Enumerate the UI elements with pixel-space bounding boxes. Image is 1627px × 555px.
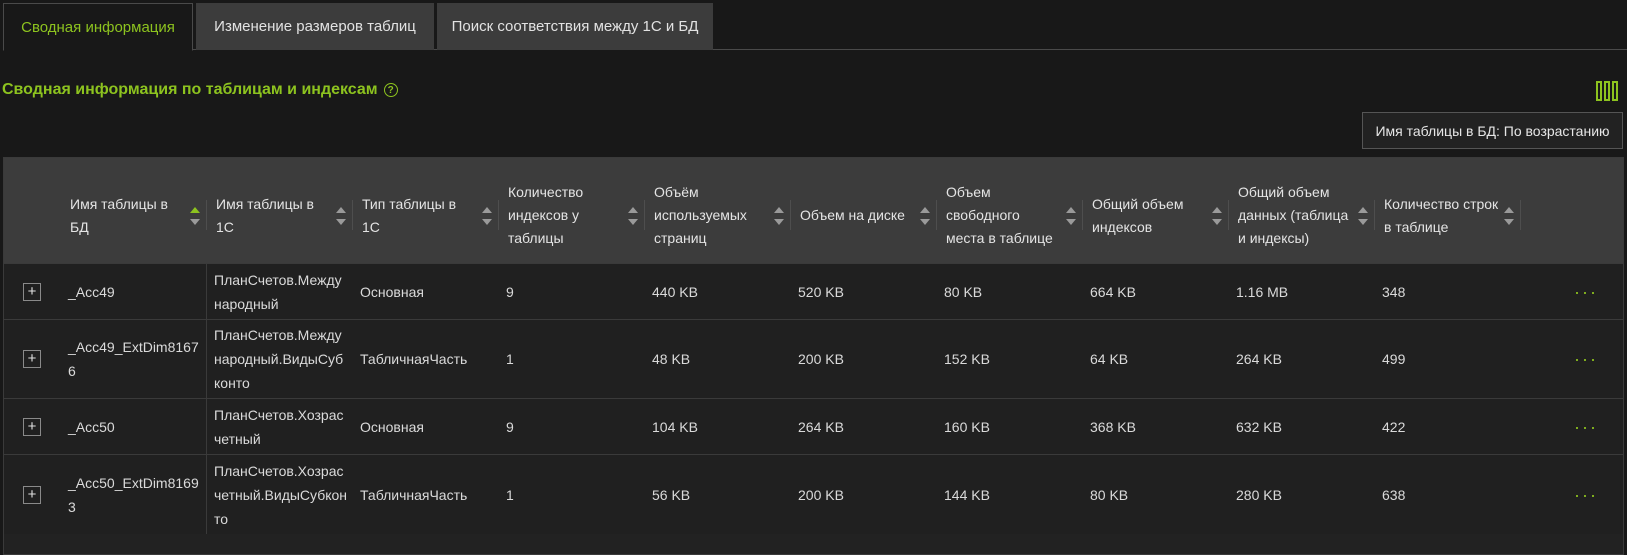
cell-disk-size: 200 KB [798,486,844,503]
cell-1c-name: ПланСчетов.Хозрасчетный [214,406,344,447]
column-header-index-size[interactable]: Общий объем индексов [1083,158,1229,273]
cell-total-size: 264 KB [1236,351,1282,367]
column-header-label: Объем свободного места в таблице [946,184,1053,246]
cell-used-pages: 56 KB [652,486,691,503]
table-row[interactable]: + _Acc50_ExtDim81693 ПланСчетов.Хозрасче… [4,454,1623,534]
cell-free-space: 160 KB [944,418,990,435]
sort-arrows-icon[interactable] [1504,206,1514,225]
cell-db-name: _Acc50 [61,399,207,454]
cell-total-size: 632 KB [1236,418,1282,435]
column-header-index-count[interactable]: Количество индексов у таблицы [499,158,645,273]
more-dots-icon[interactable]: ··· [1574,350,1598,368]
columns-icon[interactable] [1596,81,1618,101]
columns-icon-bar [1612,81,1618,101]
cell-index-count: 9 [506,418,514,435]
cell-total-size: 280 KB [1236,486,1282,503]
cell-1c-type: Основная [360,283,424,300]
more-dots-icon[interactable]: ··· [1574,418,1598,436]
cell-used-pages: 104 KB [652,418,698,435]
cell-row-count: 638 [1382,486,1406,503]
table-row[interactable]: + _Acc49 ПланСчетов.Международный Основн… [4,263,1623,319]
cell-used-pages: 440 KB [652,283,698,300]
sort-arrows-icon[interactable] [1066,206,1076,225]
sort-arrows-icon[interactable] [1212,206,1222,225]
cell-db-name: _Acc49_ExtDim81676 [61,320,207,398]
cell-index-count: 1 [506,486,514,503]
tab-summary[interactable]: Сводная информация [3,3,193,51]
tab-table-resize[interactable]: Изменение размеров таблиц [196,3,434,50]
cell-1c-name: ПланСчетов.Международный [214,271,342,312]
more-dots-icon[interactable]: ··· [1574,283,1598,301]
cell-1c-name: ПланСчетов.Международный.ВидыСубконто [214,327,344,391]
cell-1c-name: ПланСчетов.Хозрасчетный.ВидыСубконто [214,462,348,527]
sort-arrows-icon[interactable] [774,206,784,225]
column-header-label: Количество индексов у таблицы [508,184,584,246]
column-header-disk-size[interactable]: Объем на диске [791,158,937,273]
sort-arrows-icon[interactable] [628,206,638,225]
summary-table: Имя таблицы в БД Имя таблицы в 1С Тип та… [3,157,1624,555]
cell-free-space: 144 KB [944,486,990,503]
column-header-row-count[interactable]: Количество строк в таблице [1375,158,1521,273]
cell-disk-size: 200 KB [798,351,844,367]
cell-index-count: 9 [506,283,514,300]
cell-index-size: 80 KB [1090,486,1129,503]
cell-db-name: _Acc50_ExtDim81693 [61,455,207,534]
expand-plus-icon[interactable]: + [23,485,41,504]
expand-plus-icon[interactable]: + [23,350,41,368]
column-header-label: Тип таблицы в 1С [362,195,457,235]
expand-plus-icon[interactable]: + [23,417,41,436]
tab-bar: Сводная информация Изменение размеров та… [3,0,1627,51]
column-header-label: Имя таблицы в БД [70,195,168,235]
cell-row-count: 499 [1382,351,1406,367]
table-row[interactable]: + _Acc50 ПланСчетов.Хозрасчетный Основна… [4,398,1623,454]
page-title: Сводная информация по таблицам и индекса… [2,81,378,98]
column-header-label: Общий объем данных (таблица и индексы) [1238,184,1349,246]
cell-free-space: 152 KB [944,351,990,367]
cell-disk-size: 520 KB [798,283,844,300]
cell-1c-type: Основная [360,418,424,435]
cell-used-pages: 48 KB [652,351,691,367]
column-header-label: Объём используемых страниц [654,184,747,246]
column-header-label: Общий объем индексов [1092,195,1184,235]
column-header-label: Имя таблицы в 1С [216,195,314,235]
cell-index-size: 664 KB [1090,283,1136,300]
cell-row-count: 348 [1382,283,1406,300]
cell-disk-size: 264 KB [798,418,844,435]
column-header-free-space[interactable]: Объем свободного места в таблице [937,158,1083,273]
page-title-row: Сводная информация по таблицам и индекса… [2,81,398,99]
sort-arrows-icon[interactable] [920,206,930,225]
column-header-used-pages[interactable]: Объём используемых страниц [645,158,791,273]
column-header-1c-type[interactable]: Тип таблицы в 1С [353,158,499,273]
expand-plus-icon[interactable]: + [23,282,41,301]
columns-icon-bar [1604,81,1610,101]
sort-asc-icon[interactable] [190,206,200,225]
cell-row-count: 422 [1382,418,1406,435]
cell-1c-type: ТабличнаяЧасть [360,351,468,367]
cell-total-size: 1.16 MB [1236,283,1289,300]
column-header-label: Объем на диске [800,207,905,223]
columns-icon-bar [1596,81,1602,101]
column-header-db-name[interactable]: Имя таблицы в БД [61,158,207,273]
more-dots-icon[interactable]: ··· [1574,486,1598,504]
sort-indicator-chip[interactable]: Имя таблицы в БД: По возрастанию [1362,112,1623,149]
column-header-label: Количество строк в таблице [1384,195,1499,235]
table-header: Имя таблицы в БД Имя таблицы в 1С Тип та… [4,158,1623,273]
column-header-total-size[interactable]: Общий объем данных (таблица и индексы) [1229,158,1375,273]
sort-arrows-icon[interactable] [336,206,346,225]
sort-arrows-icon[interactable] [1358,206,1368,225]
tab-1c-db-matching[interactable]: Поиск соответствия между 1С и БД [437,3,713,50]
help-circle-icon[interactable]: ? [383,83,398,97]
cell-1c-type: ТабличнаяЧасть [360,486,468,503]
cell-index-count: 1 [506,351,514,367]
table-row[interactable]: + _Acc49_ExtDim81676 ПланСчетов.Междунар… [4,319,1623,398]
cell-free-space: 80 KB [944,283,983,300]
cell-index-size: 64 KB [1090,351,1129,367]
sort-arrows-icon[interactable] [482,206,492,225]
column-header-1c-name[interactable]: Имя таблицы в 1С [207,158,353,273]
cell-db-name: _Acc49 [61,264,207,319]
cell-index-size: 368 KB [1090,418,1136,435]
